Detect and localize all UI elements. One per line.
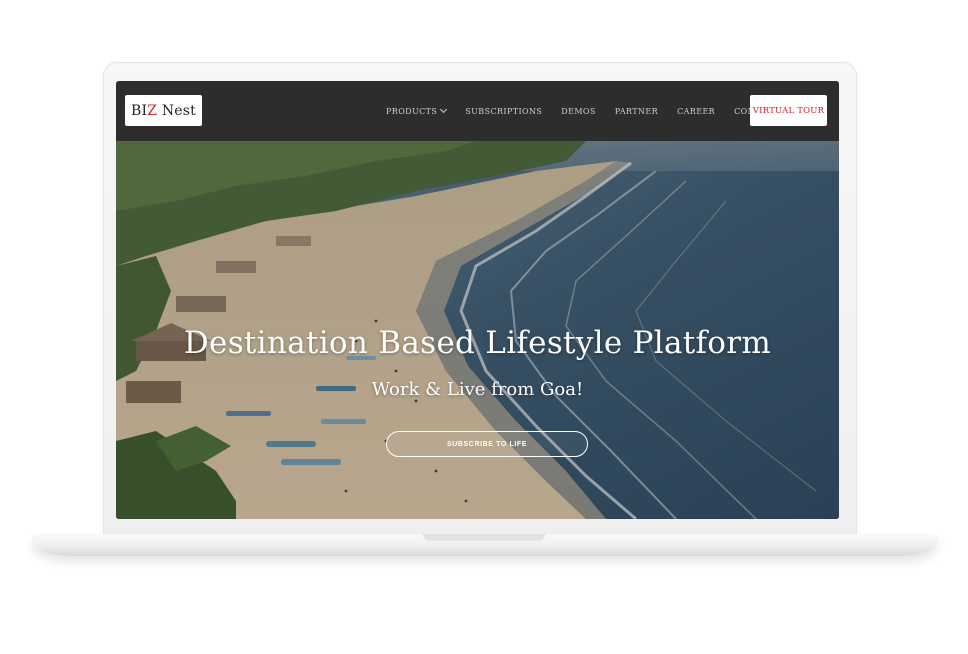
nav-item-label: PARTNER	[614, 106, 659, 116]
laptop-screen: BI Z Nest PRODUCTS SUBSCRIPTIONS DEMOS PA…	[116, 81, 839, 519]
nav-item-partner[interactable]: PARTNER	[615, 107, 658, 116]
subscribe-button[interactable]: SUBSCRIBE TO LIFE	[386, 431, 588, 457]
nav-item-subscriptions[interactable]: SUBSCRIPTIONS	[465, 107, 542, 116]
virtual-tour-button[interactable]: VIRTUAL TOUR	[750, 95, 827, 126]
hero-subtitle: Work & Live from Goa!	[371, 379, 584, 400]
site-logo[interactable]: BI Z Nest	[125, 95, 202, 126]
nav-item-label: DEMOS	[561, 106, 596, 116]
hero-title: Destination Based Lifestyle Platform	[183, 325, 772, 361]
nav-item-label: SUBSCRIPTIONS	[465, 106, 543, 116]
hero-section: Destination Based Lifestyle Platform Wor…	[116, 141, 839, 519]
chevron-down-icon	[440, 105, 448, 114]
nav-item-demos[interactable]: DEMOS	[561, 107, 595, 116]
logo-text-a: BI	[131, 102, 148, 119]
logo-text-z: Z	[147, 102, 158, 119]
logo-text-nest: Nest	[157, 102, 196, 119]
nav-item-products[interactable]: PRODUCTS	[386, 105, 448, 116]
laptop-notch	[423, 534, 545, 541]
nav-item-label: CAREER	[677, 106, 716, 116]
page: BI Z Nest PRODUCTS SUBSCRIPTIONS DEMOS PA…	[0, 0, 968, 654]
navbar: BI Z Nest PRODUCTS SUBSCRIPTIONS DEMOS PA…	[116, 81, 839, 141]
nav-item-label: PRODUCTS	[386, 106, 438, 116]
nav-item-career[interactable]: CAREER	[677, 107, 715, 116]
nav-menu: PRODUCTS SUBSCRIPTIONS DEMOS PARTNER CAR…	[386, 81, 798, 141]
